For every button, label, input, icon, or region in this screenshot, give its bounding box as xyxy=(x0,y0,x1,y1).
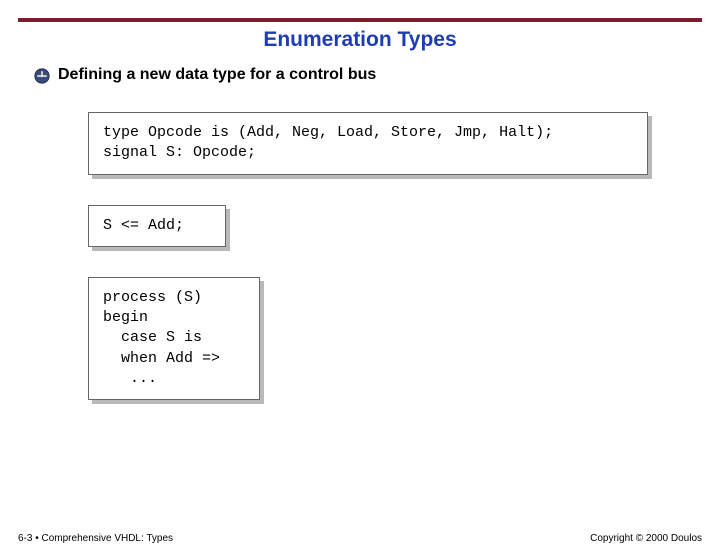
code-text: process (S) begin case S is when Add => … xyxy=(103,288,245,389)
top-divider xyxy=(18,18,702,22)
code-block-type-decl: type Opcode is (Add, Neg, Load, Store, J… xyxy=(88,112,720,175)
code-block-process: process (S) begin case S is when Add => … xyxy=(88,277,720,400)
code-block-assignment: S <= Add; xyxy=(88,205,720,247)
footer: 6-3 • Comprehensive VHDL: Types Copyrigh… xyxy=(18,533,702,544)
footer-left: 6-3 • Comprehensive VHDL: Types xyxy=(18,533,173,544)
code-text: type Opcode is (Add, Neg, Load, Store, J… xyxy=(103,123,633,164)
slide-title: Enumeration Types xyxy=(0,28,720,52)
bullet-text: Defining a new data type for a control b… xyxy=(58,66,376,84)
bullet-icon xyxy=(34,68,50,84)
bullet-item: Defining a new data type for a control b… xyxy=(34,66,720,84)
code-text: S <= Add; xyxy=(103,216,211,236)
footer-right: Copyright © 2000 Doulos xyxy=(590,533,702,544)
